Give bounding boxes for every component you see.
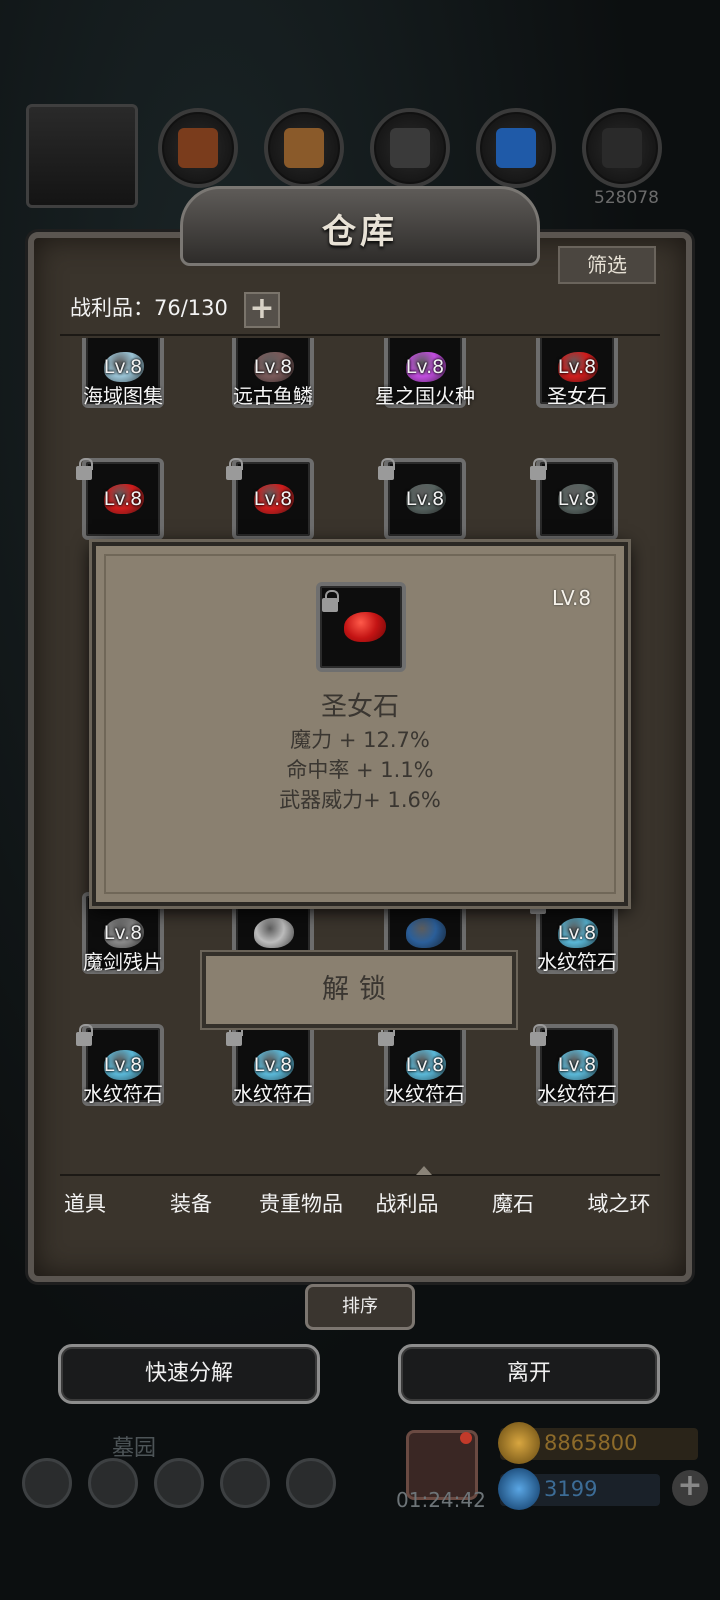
item-level: Lv.8 xyxy=(557,356,597,378)
item-level: Lv.8 xyxy=(103,1054,143,1076)
hud-mail-icon[interactable] xyxy=(220,1458,270,1508)
wood-plank-icon xyxy=(284,128,324,168)
filter-button[interactable]: 筛选 xyxy=(558,246,656,284)
panel-title: 仓库 xyxy=(322,212,398,252)
inventory-item[interactable]: Lv.8 星之国火种 xyxy=(354,338,504,446)
lock-icon xyxy=(378,1024,395,1046)
inventory-item[interactable]: Lv.8 魔剑残片 xyxy=(60,892,202,1012)
item-icon xyxy=(254,918,294,948)
item-level: Lv.8 xyxy=(557,922,597,944)
saint-stone-icon xyxy=(344,612,386,642)
item-level: Lv.8 xyxy=(557,488,597,510)
lock-icon xyxy=(378,458,395,480)
expand-capacity-button[interactable]: + xyxy=(244,292,280,328)
resource-wood-slot xyxy=(158,108,238,188)
inventory-item[interactable]: Lv.8 水纹符石 xyxy=(506,1024,656,1144)
gem-amount: 3199 xyxy=(544,1477,598,1501)
area-name: 墓园 xyxy=(112,1436,157,1461)
leather-icon xyxy=(178,128,218,168)
item-detail-frame xyxy=(316,582,406,672)
loot-count: 战利品：76/130 xyxy=(70,296,228,320)
add-gems-button[interactable]: + xyxy=(672,1470,708,1506)
item-level: Lv.8 xyxy=(103,922,143,944)
inventory-item[interactable]: Lv.8 水纹符石 xyxy=(60,1024,202,1144)
inventory-item[interactable]: Lv.8 远古鱼鳞 xyxy=(202,338,352,446)
item-level: Lv.8 xyxy=(253,1054,293,1076)
item-name: 水纹符石 xyxy=(385,1082,465,1106)
item-level: Lv.8 xyxy=(103,356,143,378)
item-name: 水纹符石 xyxy=(83,1082,163,1106)
tab-equipment[interactable]: 装备 xyxy=(136,1188,246,1218)
hud-settings-icon[interactable] xyxy=(286,1458,336,1508)
item-level: Lv.8 xyxy=(557,1054,597,1076)
item-name: 海域图集 xyxy=(83,384,163,408)
item-level: Lv.8 xyxy=(405,356,445,378)
resource-crystal-slot xyxy=(476,108,556,188)
tab-domain-rings[interactable]: 域之环 xyxy=(564,1188,674,1218)
inventory-item[interactable]: Lv.8 水纹符石 xyxy=(506,892,656,1012)
tab-valuables[interactable]: 贵重物品 xyxy=(246,1188,356,1218)
item-icon xyxy=(406,918,446,948)
item-level: LV.8 xyxy=(552,586,592,610)
divider xyxy=(60,1174,660,1176)
lock-icon xyxy=(530,1024,547,1046)
character-portrait[interactable] xyxy=(26,104,138,208)
lock-icon xyxy=(530,458,547,480)
item-name: 远古鱼鳞 xyxy=(233,384,313,408)
gem-icon xyxy=(498,1468,540,1510)
divider xyxy=(60,334,660,336)
active-tab-indicator-icon xyxy=(416,1166,432,1175)
inventory-item[interactable]: Lv.8 圣女石 xyxy=(506,338,656,446)
quick-decompose-button[interactable]: 快速分解 xyxy=(58,1344,320,1404)
item-name: 水纹符石 xyxy=(537,950,617,974)
resource-steel-slot xyxy=(582,108,662,188)
inventory-item[interactable]: Lv.8 水纹符石 xyxy=(202,1024,352,1144)
tab-loot[interactable]: 战利品 xyxy=(352,1188,462,1218)
lock-icon xyxy=(322,590,339,612)
lock-icon xyxy=(76,1024,93,1046)
tab-magic-stones[interactable]: 魔石 xyxy=(458,1188,568,1218)
resource-value: 528078 xyxy=(594,188,659,208)
item-name: 魔剑残片 xyxy=(83,950,163,974)
tab-items[interactable]: 道具 xyxy=(30,1188,140,1218)
item-stat: 魔力 + 12.7% xyxy=(290,728,430,752)
gold-coin-icon xyxy=(498,1422,540,1464)
resource-iron-slot xyxy=(370,108,450,188)
unlock-button[interactable]: 解锁 xyxy=(202,952,516,1028)
item-level: Lv.8 xyxy=(253,488,293,510)
item-name: 星之国火种 xyxy=(375,384,475,408)
crystal-icon xyxy=(496,128,536,168)
inventory-item[interactable]: Lv.8 水纹符石 xyxy=(354,1024,504,1144)
inventory-item[interactable]: Lv.8 海域图集 xyxy=(60,338,202,446)
item-level: Lv.8 xyxy=(405,488,445,510)
item-stat: 武器威力+ 1.6% xyxy=(279,788,441,812)
resource-plank-slot xyxy=(264,108,344,188)
item-name: 水纹符石 xyxy=(537,1082,617,1106)
item-name: 圣女石 xyxy=(547,384,607,408)
lock-icon xyxy=(76,458,93,480)
lock-icon xyxy=(226,1024,243,1046)
hud-skill-icon[interactable] xyxy=(88,1458,138,1508)
leave-button[interactable]: 离开 xyxy=(398,1344,660,1404)
gift-timer: 01:24:42 xyxy=(396,1488,486,1512)
item-stat: 命中率 + 1.1% xyxy=(286,758,434,782)
sort-button[interactable]: 排序 xyxy=(305,1284,415,1330)
hud-map-icon[interactable] xyxy=(154,1458,204,1508)
category-tabs: 道具 装备 贵重物品 战利品 魔石 域之环 xyxy=(40,1188,680,1238)
item-level: Lv.8 xyxy=(405,1054,445,1076)
item-name: 圣女石 xyxy=(320,692,399,722)
item-level: Lv.8 xyxy=(253,356,293,378)
gold-amount: 8865800 xyxy=(544,1431,638,1455)
steel-ingot-icon xyxy=(602,128,642,168)
notification-dot xyxy=(460,1432,472,1444)
item-name: 水纹符石 xyxy=(233,1082,313,1106)
lock-icon xyxy=(226,458,243,480)
item-level: Lv.8 xyxy=(103,488,143,510)
hud-menu-icon[interactable] xyxy=(22,1458,72,1508)
iron-ingot-icon xyxy=(390,128,430,168)
